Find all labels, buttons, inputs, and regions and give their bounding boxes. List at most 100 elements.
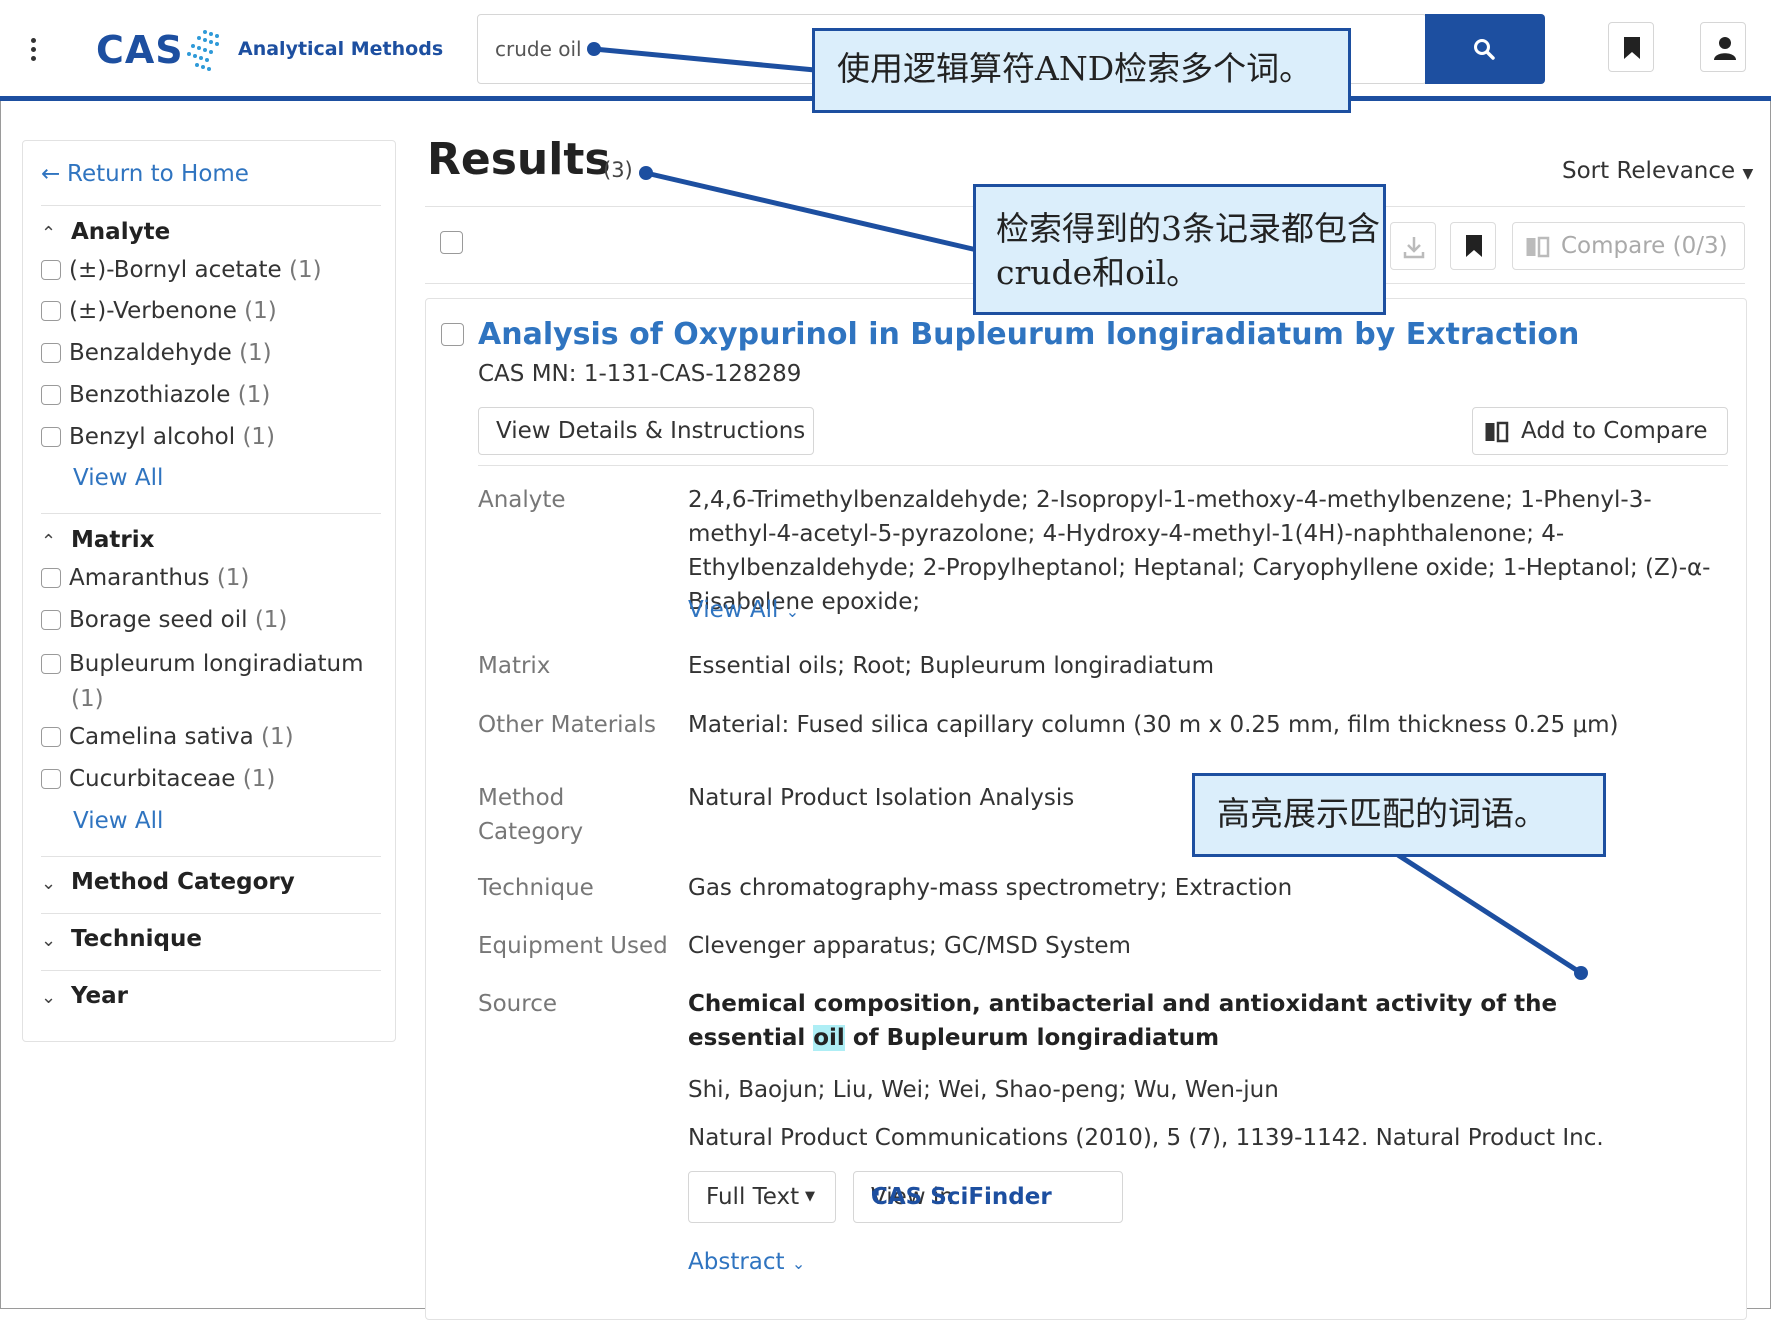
highlighted-term: oil xyxy=(813,1025,845,1051)
facet-item-count: (1) xyxy=(242,424,276,450)
sort-dropdown[interactable]: Sort Relevance ▼ xyxy=(1562,158,1753,184)
add-to-compare-label: Add to Compare xyxy=(1521,418,1708,444)
compare-icon xyxy=(1485,421,1509,443)
facet-item[interactable]: Camelina sativa (1) xyxy=(41,724,381,750)
scifinder-logo-text: CAS SciFinder xyxy=(871,1184,1052,1210)
facet-item-label: (±)-Bornyl acetate xyxy=(69,257,282,283)
facet-item[interactable]: Bupleurum longiradiatum (1) xyxy=(41,647,371,717)
result-title-link[interactable]: Analysis of Oxypurinol in Bupleurum long… xyxy=(478,317,1579,352)
bookmark-icon xyxy=(1624,37,1640,59)
compare-button[interactable]: Compare (0/3) xyxy=(1512,222,1745,270)
checkbox[interactable] xyxy=(41,301,61,321)
facet-method-category-header[interactable]: ⌄ Method Category xyxy=(41,869,295,895)
search-button[interactable] xyxy=(1425,14,1545,84)
checkbox[interactable] xyxy=(41,385,61,405)
callout-results-tip: 检索得到的3条记录都包含crude和oil。 xyxy=(973,184,1386,315)
bookmark-icon xyxy=(1466,235,1482,257)
matrix-view-all-link[interactable]: View All xyxy=(73,808,163,834)
facet-item[interactable]: Cucurbitaceae (1) xyxy=(41,766,381,792)
checkbox[interactable] xyxy=(41,654,61,674)
source-authors: Shi, Baojun; Liu, Wei; Wei, Shao-peng; W… xyxy=(688,1077,1279,1103)
view-in-scifinder-button[interactable]: View in CAS SciFinder n xyxy=(853,1171,1123,1223)
return-label: Return to Home xyxy=(67,161,249,187)
checkbox[interactable] xyxy=(41,427,61,447)
facet-item-label: Benzyl alcohol xyxy=(69,424,236,450)
filter-sidebar: ← Return to Home ⌃ Analyte (±)-Bornyl acet… xyxy=(22,140,396,1042)
chevron-down-icon: ⌄ xyxy=(41,987,57,1008)
facet-item-count: (1) xyxy=(254,607,288,633)
view-details-label: View Details & Instructions xyxy=(496,418,806,444)
facet-year-header[interactable]: ⌄ Year xyxy=(41,983,128,1009)
facet-technique-header[interactable]: ⌄ Technique xyxy=(41,926,202,952)
divider xyxy=(41,205,381,206)
checkbox[interactable] xyxy=(41,769,61,789)
facet-item-label: Bupleurum longiradiatum xyxy=(69,651,364,677)
analyte-view-all-link[interactable]: View All xyxy=(73,465,163,491)
add-to-compare-button[interactable]: Add to Compare xyxy=(1472,407,1728,455)
facet-item[interactable]: (±)-Verbenone (1) xyxy=(41,298,381,324)
facet-matrix-header[interactable]: ⌃ Matrix xyxy=(41,527,154,553)
facet-item[interactable]: Benzyl alcohol (1) xyxy=(41,424,381,450)
facet-item-label: Borage seed oil xyxy=(69,607,248,633)
checkbox[interactable] xyxy=(41,260,61,280)
checkbox[interactable] xyxy=(41,343,61,363)
view-details-button[interactable]: View Details & Instructions xyxy=(478,407,814,455)
facet-item-count: (1) xyxy=(237,382,271,408)
account-button[interactable] xyxy=(1700,22,1746,72)
facet-item-label: Amaranthus xyxy=(69,565,210,591)
checkbox[interactable] xyxy=(41,727,61,747)
bookmarks-button[interactable] xyxy=(1608,22,1654,72)
facet-analyte-header[interactable]: ⌃ Analyte xyxy=(41,219,170,245)
divider xyxy=(41,913,381,914)
chevron-up-icon: ⌃ xyxy=(41,223,57,244)
compare-icon xyxy=(1526,236,1550,258)
facet-item[interactable]: (±)-Bornyl acetate (1) xyxy=(41,257,381,283)
sort-label: Sort Relevance xyxy=(1562,158,1736,184)
search-query[interactable]: crude oil xyxy=(495,37,582,61)
checkbox[interactable] xyxy=(41,568,61,588)
arrow-left-icon: ← xyxy=(41,161,61,187)
full-text-dropdown[interactable]: Full Text ▼ xyxy=(688,1171,836,1223)
bookmark-results-button[interactable] xyxy=(1450,222,1496,270)
facet-item-count: (1) xyxy=(244,298,277,324)
return-to-home-link[interactable]: ← Return to Home xyxy=(41,161,249,187)
technique-value: Gas chromatography-mass spectrometry; Ex… xyxy=(688,875,1293,901)
chevron-down-icon: ⌄ xyxy=(41,930,57,951)
abstract-toggle[interactable]: Abstract ⌄ xyxy=(688,1245,1718,1281)
facet-item[interactable]: Benzaldehyde (1) xyxy=(41,340,381,366)
facet-title: Technique xyxy=(71,926,202,952)
facet-item[interactable]: Borage seed oil (1) xyxy=(41,607,381,633)
analyte-view-all-link[interactable]: View All ⌄ xyxy=(688,593,1718,629)
cas-logo-mark-icon xyxy=(187,30,219,71)
user-icon xyxy=(1714,37,1736,60)
caret-down-icon: ▼ xyxy=(805,1189,815,1204)
facet-item-count: (1) xyxy=(288,257,322,283)
abstract-label: Abstract xyxy=(688,1249,785,1275)
callout-highlight-tip: 高亮展示匹配的词语。 xyxy=(1192,773,1606,857)
facet-title: Year xyxy=(71,983,129,1009)
result-checkbox[interactable] xyxy=(441,323,464,346)
compare-label: Compare (0/3) xyxy=(1561,233,1728,259)
facet-item[interactable]: Benzothiazole (1) xyxy=(41,382,381,408)
analyte-label: Analyte xyxy=(478,487,566,513)
divider xyxy=(478,465,1728,466)
method-category-label: Method Category xyxy=(478,785,584,845)
product-name: Analytical Methods xyxy=(238,38,444,60)
download-button[interactable] xyxy=(1390,222,1436,270)
technique-label: Technique xyxy=(478,875,594,901)
results-count: (3) xyxy=(603,158,633,182)
select-all-checkbox[interactable] xyxy=(440,231,463,254)
equipment-label: Equipment Used xyxy=(478,933,668,959)
brand-logo[interactable]: CAS xyxy=(96,28,184,72)
source-title: Chemical composition, antibacterial and … xyxy=(688,987,1648,1055)
facet-item-count: (1) xyxy=(71,686,104,712)
facet-item[interactable]: Amaranthus (1) xyxy=(41,565,381,591)
download-icon xyxy=(1403,237,1425,259)
facet-item-count: (1) xyxy=(260,724,294,750)
menu-kebab-icon[interactable] xyxy=(30,38,38,66)
facet-item-count: (1) xyxy=(242,766,276,792)
facet-item-count: (1) xyxy=(239,340,272,366)
view-all-label: View All xyxy=(688,597,779,623)
checkbox[interactable] xyxy=(41,610,61,630)
facet-item-label: Cucurbitaceae xyxy=(69,766,236,792)
